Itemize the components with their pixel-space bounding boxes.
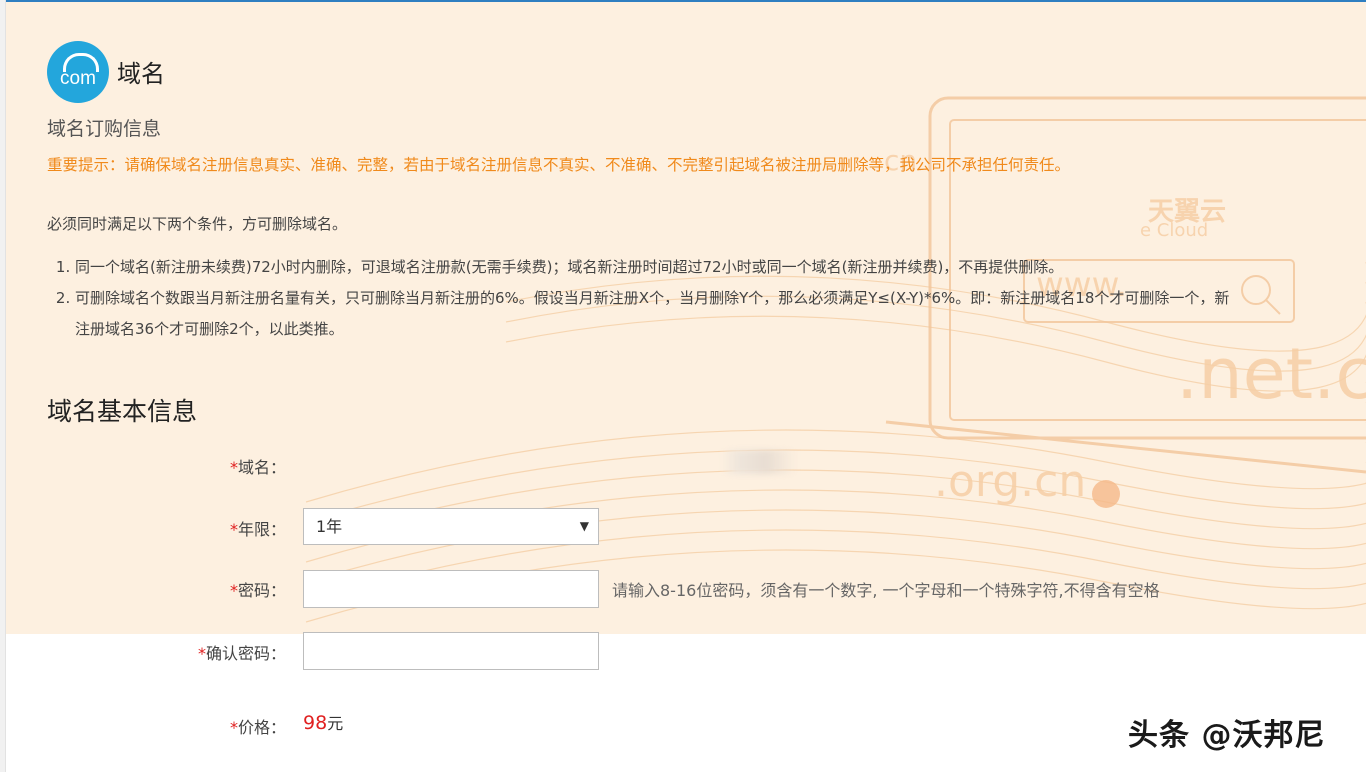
page-title: 域名 bbox=[117, 60, 165, 88]
price-value: 98元 bbox=[303, 712, 344, 734]
svg-text:.org.cn: .org.cn bbox=[934, 456, 1086, 507]
term-select[interactable]: 1年 ▼ bbox=[303, 508, 599, 545]
logo-text: com bbox=[60, 68, 96, 89]
term-label: *年限： bbox=[229, 520, 286, 539]
term-selected-value: 1年 bbox=[316, 517, 343, 536]
important-notice: 重要提示：请确保域名注册信息真实、准确、完整，若由于域名注册信息不真实、不准确、… bbox=[47, 156, 1071, 174]
confirm-password-label: *确认密码： bbox=[197, 644, 286, 663]
confirm-password-input[interactable] bbox=[303, 632, 599, 670]
price-unit: 元 bbox=[327, 714, 344, 733]
required-mark: * bbox=[229, 520, 238, 539]
required-mark: * bbox=[197, 644, 206, 663]
basic-info-heading: 域名基本信息 bbox=[47, 397, 198, 426]
dropdown-arrow-icon: ▼ bbox=[579, 519, 589, 533]
deletion-rules-list: 同一个域名(新注册未续费)72小时内删除，可退域名注册款(无需手续费)；域名新注… bbox=[55, 252, 1235, 345]
redacted-domain-value bbox=[722, 450, 796, 474]
domain-logo-icon: com bbox=[47, 41, 109, 103]
rule-item: 同一个域名(新注册未续费)72小时内删除，可退域名注册款(无需手续费)；域名新注… bbox=[75, 252, 1235, 283]
required-mark: * bbox=[229, 458, 238, 477]
price-label: *价格： bbox=[229, 718, 286, 737]
svg-text:e Cloud: e Cloud bbox=[1140, 220, 1208, 241]
required-mark: * bbox=[229, 718, 238, 737]
svg-text:.net.c: .net.c bbox=[1176, 333, 1366, 415]
password-label: *密码： bbox=[229, 581, 286, 600]
password-input[interactable] bbox=[303, 570, 599, 608]
conditions-intro: 必须同时满足以下两个条件，方可删除域名。 bbox=[47, 215, 348, 233]
password-hint: 请输入8-16位密码，须含有一个数字, 一个字母和一个特殊字符,不得含有空格 bbox=[612, 581, 1160, 600]
watermark: 头条 @沃邦尼 bbox=[1128, 718, 1326, 753]
domain-label: *域名： bbox=[229, 458, 286, 477]
required-mark: * bbox=[229, 581, 238, 600]
order-info-heading: 域名订购信息 bbox=[47, 118, 162, 140]
rule-item: 可删除域名个数跟当月新注册名量有关，只可删除当月新注册的6%。假设当月新注册X个… bbox=[75, 283, 1235, 345]
